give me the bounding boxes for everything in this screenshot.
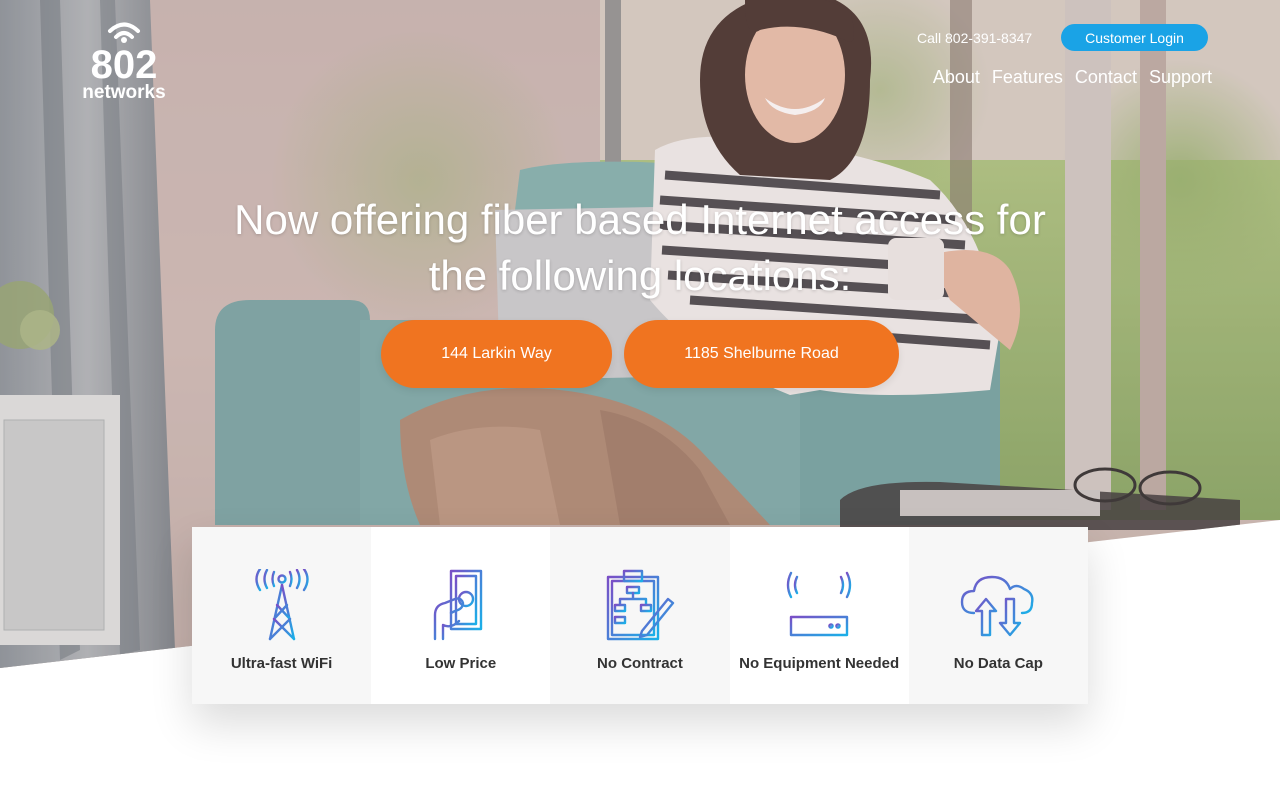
feature-low-price: Low Price [371,527,551,704]
feature-no-data-cap: No Data Cap [908,527,1088,704]
hand-cash-icon [433,569,482,641]
feature-label: Low Price [425,655,497,672]
headline-line-1: Now offering fiber based Internet access… [234,196,1046,243]
feature-label: No Equipment Needed [739,655,900,672]
customer-login-button[interactable]: Customer Login [1061,24,1208,51]
main-nav: About Features Contact Support [933,66,1212,88]
feature-ultra-fast-wifi: Ultra-fast WiFi [192,527,372,704]
phone-number[interactable]: Call 802-391-8347 [917,30,1032,46]
location-button-shelburne-road[interactable]: 1185 Shelburne Road [624,320,899,388]
hero-headline: Now offering fiber based Internet access… [140,192,1140,304]
feature-label: No Contract [597,655,683,672]
headline-line-2: the following locations: [428,252,852,299]
feature-no-equipment-needed: No Equipment Needed [729,527,909,704]
feature-no-contract: No Contract [550,527,730,704]
wifi-tower-icon [254,569,309,641]
router-icon [786,569,852,637]
cloud-transfer-icon [961,575,1034,637]
features-strip: Ultra-fast WiFi Low Price No Contract No… [192,527,1088,704]
brand-logo[interactable]: 802 networks [74,16,178,104]
feature-label: No Data Cap [953,655,1043,672]
logo-word: networks [82,82,165,103]
nav-about[interactable]: About [933,66,980,88]
logo-number: 802 [91,43,158,87]
clipboard-pen-icon [606,569,675,641]
nav-features[interactable]: Features [992,66,1063,88]
nav-support[interactable]: Support [1149,66,1212,88]
location-button-larkin-way[interactable]: 144 Larkin Way [381,320,612,388]
nav-contact[interactable]: Contact [1075,66,1137,88]
feature-label: Ultra-fast WiFi [230,655,333,672]
